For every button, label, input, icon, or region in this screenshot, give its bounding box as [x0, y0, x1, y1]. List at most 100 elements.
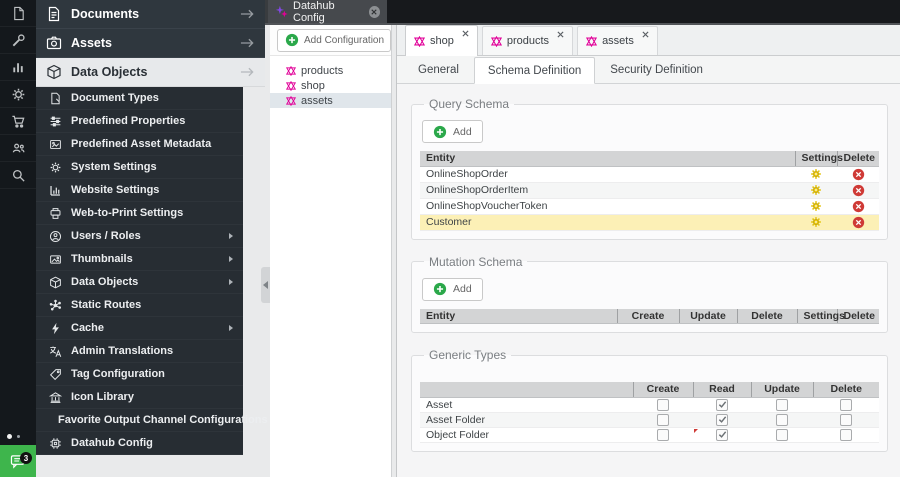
update-checkbox[interactable]: [776, 428, 788, 441]
notifications-chat-button[interactable]: 3: [0, 445, 36, 477]
menu-item-label: Cache: [71, 322, 105, 334]
tab-products[interactable]: products: [481, 26, 574, 55]
column-header-delete[interactable]: Delete: [813, 382, 879, 398]
update-checkbox[interactable]: [776, 398, 788, 411]
mutation-schema-add-button[interactable]: Add: [422, 277, 483, 301]
table-row[interactable]: OnlineShopOrderItem: [420, 182, 879, 199]
column-header-create[interactable]: Create: [617, 308, 680, 324]
delete-icon[interactable]: [852, 184, 865, 197]
column-header-read[interactable]: Read: [693, 382, 752, 398]
create-checkbox[interactable]: [657, 428, 669, 441]
datahub-config-window-tab[interactable]: Datahub Config: [268, 0, 387, 24]
check-icon: [718, 401, 726, 408]
settings-gear-icon[interactable]: [810, 216, 822, 228]
menu-item-cache[interactable]: Cache: [36, 317, 243, 340]
close-icon[interactable]: [368, 5, 380, 18]
menu-data-objects[interactable]: Data Objects: [36, 58, 265, 87]
column-header-settings[interactable]: Settings: [795, 151, 843, 167]
create-checkbox[interactable]: [657, 413, 669, 426]
column-header-settings[interactable]: Settings: [797, 308, 845, 324]
table-row[interactable]: Customer: [420, 214, 879, 231]
subtab-label: Schema Definition: [487, 64, 582, 77]
menu-item-favorite-output-channel-configurations[interactable]: Favorite Output Channel Configurations: [36, 409, 268, 432]
file-icon[interactable]: [0, 0, 36, 27]
tab-assets[interactable]: assets: [577, 26, 658, 55]
column-header-entity[interactable]: Entity: [420, 151, 796, 167]
datahub-sparkle-icon: [275, 5, 288, 18]
subtab-schema-definition[interactable]: Schema Definition: [473, 57, 596, 84]
create-checkbox[interactable]: [657, 398, 669, 411]
add-configuration-button[interactable]: Add Configuration: [277, 28, 391, 52]
menu-documents[interactable]: Documents: [36, 0, 265, 29]
tree-item-products[interactable]: products: [270, 63, 391, 78]
menu-item-web-to-print-settings[interactable]: Web-to-Print Settings: [36, 202, 243, 225]
menu-item-static-routes[interactable]: Static Routes: [36, 294, 243, 317]
menu-item-tag-configuration[interactable]: Tag Configuration: [36, 363, 243, 386]
column-header-update[interactable]: Update: [679, 308, 738, 324]
delete-icon[interactable]: [852, 200, 865, 213]
settings-gear-icon[interactable]: [0, 81, 36, 108]
query-schema-fieldset: Query Schema Add Entity Settings Delete …: [411, 97, 888, 240]
top-tabzone: Datahub Config: [263, 0, 387, 24]
tools-wrench-icon[interactable]: [0, 27, 36, 54]
table-row[interactable]: OnlineShopVoucherToken: [420, 198, 879, 215]
close-icon[interactable]: [557, 31, 564, 38]
menu-item-label: Static Routes: [71, 299, 142, 311]
menu-label: Data Objects: [71, 65, 148, 79]
reports-chart-icon[interactable]: [0, 54, 36, 81]
subtab-general[interactable]: General: [405, 56, 472, 83]
menu-item-predefined-properties[interactable]: Predefined Properties: [36, 110, 243, 133]
delete-checkbox[interactable]: [840, 413, 852, 426]
menu-item-users-roles[interactable]: Users / Roles: [36, 225, 243, 248]
tree-item-label: shop: [301, 79, 325, 92]
menu-item-system-settings[interactable]: System Settings: [36, 156, 243, 179]
menu-item-website-settings[interactable]: Website Settings: [36, 179, 243, 202]
status-dot-icon: [7, 433, 12, 439]
menu-item-label: Tag Configuration: [71, 368, 165, 380]
table-row[interactable]: Asset Folder: [420, 412, 879, 428]
search-icon[interactable]: [0, 162, 36, 189]
ecommerce-cart-icon[interactable]: [0, 108, 36, 135]
column-header-create[interactable]: Create: [633, 382, 694, 398]
settings-gear-icon[interactable]: [810, 200, 822, 212]
update-checkbox[interactable]: [776, 413, 788, 426]
menu-item-data-objects[interactable]: Data Objects: [36, 271, 243, 294]
column-header-entity[interactable]: Entity: [420, 308, 618, 324]
close-icon[interactable]: [642, 31, 649, 38]
table-row[interactable]: OnlineShopOrder: [420, 166, 879, 183]
read-checkbox[interactable]: [716, 413, 728, 426]
delete-checkbox[interactable]: [840, 398, 852, 411]
tree-item-assets[interactable]: assets: [270, 93, 391, 108]
menu-assets[interactable]: Assets: [36, 29, 265, 58]
read-checkbox[interactable]: [716, 398, 728, 411]
tree-item-shop[interactable]: shop: [270, 78, 391, 93]
close-icon[interactable]: [462, 30, 469, 37]
column-header-name[interactable]: [420, 382, 634, 398]
menu-item-icon-library[interactable]: Icon Library: [36, 386, 243, 409]
tab-shop[interactable]: shop: [405, 25, 478, 56]
query-schema-add-button[interactable]: Add: [422, 120, 483, 143]
menu-item-document-types[interactable]: Document Types: [36, 87, 243, 110]
subtab-security-definition[interactable]: Security Definition: [597, 56, 716, 83]
table-row[interactable]: Asset: [420, 397, 879, 413]
column-header-delete[interactable]: Delete: [837, 308, 879, 324]
delete-icon[interactable]: [852, 168, 865, 181]
settings-gear-icon[interactable]: [810, 168, 822, 180]
menu-item-admin-translations[interactable]: Admin Translations: [36, 340, 243, 363]
table-row[interactable]: Object Folder: [420, 427, 879, 443]
menu-item-predefined-asset-metadata[interactable]: Predefined Asset Metadata: [36, 133, 243, 156]
generic-types-legend: Generic Types: [429, 348, 507, 362]
grid-header-row: Create Read Update Delete: [420, 382, 879, 398]
menu-item-thumbnails[interactable]: Thumbnails: [36, 248, 243, 271]
subtab-label: General: [418, 63, 459, 76]
users-icon[interactable]: [0, 135, 36, 162]
column-header-delete[interactable]: Delete: [737, 308, 798, 324]
tab-label: products: [506, 35, 550, 47]
settings-gear-icon[interactable]: [810, 184, 822, 196]
column-header-delete[interactable]: Delete: [837, 151, 879, 167]
column-header-update[interactable]: Update: [751, 382, 814, 398]
read-checkbox[interactable]: [716, 428, 728, 441]
menu-item-datahub-config[interactable]: Datahub Config: [36, 432, 243, 455]
delete-checkbox[interactable]: [840, 428, 852, 441]
delete-icon[interactable]: [852, 216, 865, 229]
